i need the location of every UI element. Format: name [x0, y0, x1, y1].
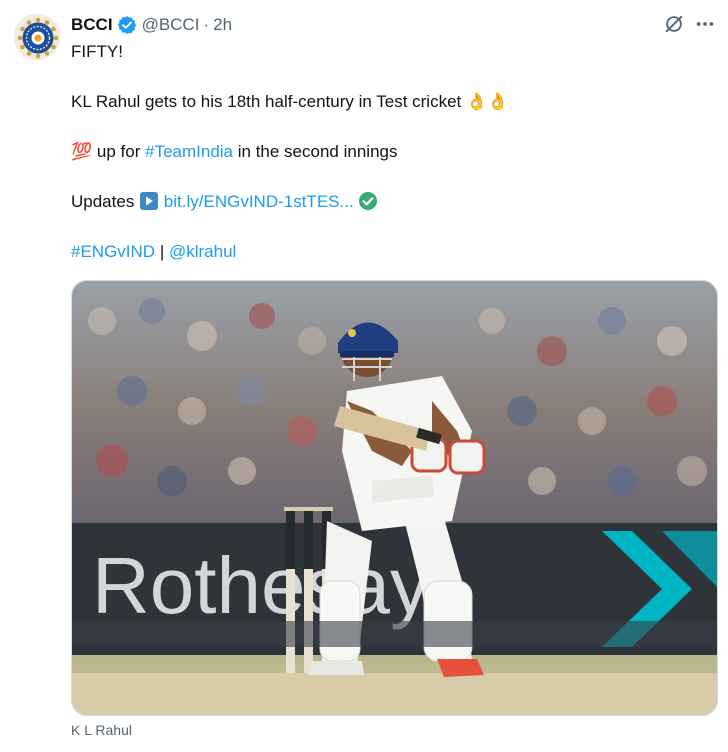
- author-avatar[interactable]: [14, 14, 60, 60]
- ok-hand-emoji-icon: 👌: [466, 92, 488, 111]
- ok-hand-emoji-icon: 👌: [487, 92, 509, 111]
- play-button-emoji-icon: [140, 192, 159, 210]
- cricket-photo-image: Rothesay: [72, 281, 717, 715]
- tweet-header: BCCI @BCCI · 2h: [71, 14, 232, 36]
- hashtag-engvind-link[interactable]: #ENGvIND: [71, 242, 155, 261]
- line4-prefix: Updates: [71, 192, 135, 211]
- line3-prefix: up for: [96, 142, 141, 161]
- mention-klrahul-link[interactable]: @klrahul: [169, 242, 236, 261]
- check-mark-emoji-icon: [359, 192, 378, 210]
- tweet-text-line-1: FIFTY!: [71, 42, 123, 61]
- updates-link[interactable]: bit.ly/ENGvIND-1stTES...: [164, 192, 354, 211]
- author-name[interactable]: BCCI: [71, 15, 113, 35]
- ad-board-text: Rothesay: [92, 541, 430, 630]
- tweet-photo[interactable]: Rothesay: [71, 280, 718, 716]
- more-icon[interactable]: [694, 13, 716, 35]
- mention-separator: |: [159, 242, 165, 261]
- line2-text: KL Rahul gets to his 18th half-century i…: [71, 92, 462, 111]
- tweet-text-line-5: #ENGvIND | @klrahul: [71, 241, 236, 263]
- tweet-text-line-4: Updates bit.ly/ENGvIND-1stTES...: [71, 191, 378, 213]
- grok-icon[interactable]: [663, 13, 685, 35]
- author-handle[interactable]: @BCCI: [142, 15, 200, 35]
- verified-badge-icon: [117, 16, 136, 34]
- tweet-timestamp[interactable]: 2h: [213, 15, 232, 35]
- bcci-logo-icon: [16, 16, 59, 59]
- tweet-text-line-3: 💯 up for #TeamIndia in the second inning…: [71, 141, 397, 163]
- tweet-text-line-2: KL Rahul gets to his 18th half-century i…: [71, 91, 508, 113]
- hashtag-teamindia-link[interactable]: #TeamIndia: [145, 142, 233, 161]
- media-caption: K L Rahul: [71, 722, 132, 738]
- tweet-card[interactable]: BCCI @BCCI · 2h FIFTY! KL Rahul gets to …: [0, 0, 728, 752]
- line3-suffix: in the second innings: [237, 142, 398, 161]
- hundred-emoji-icon: 💯: [71, 142, 93, 161]
- header-separator: ·: [203, 15, 210, 34]
